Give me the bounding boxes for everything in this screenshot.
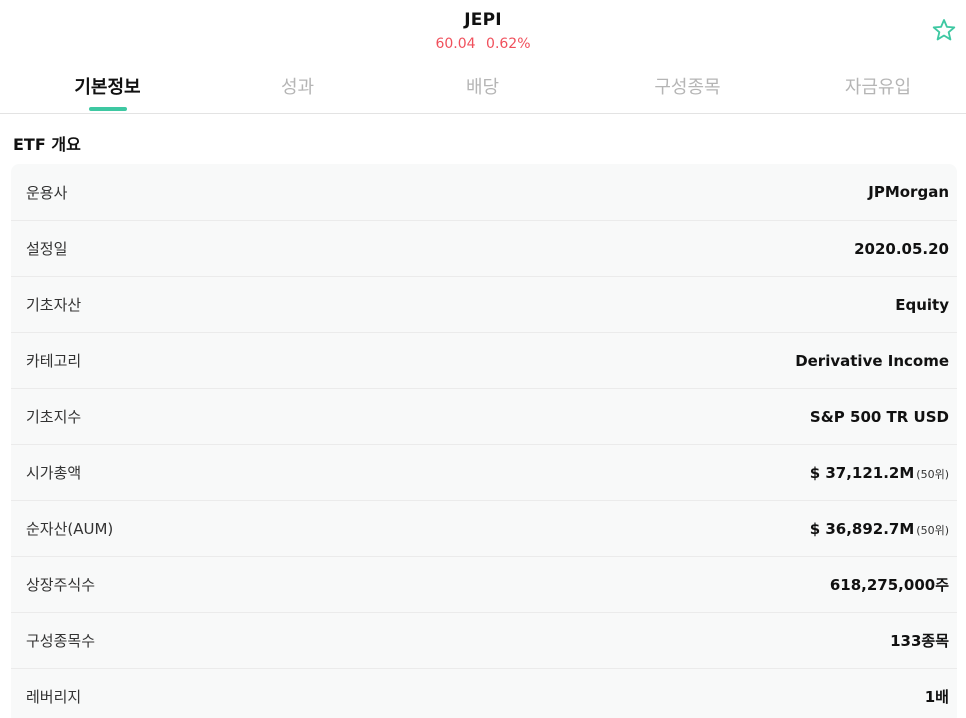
row-label: 구성종목수: [26, 632, 96, 650]
row-aum: 순자산(AUM) $ 36,892.7M (50위): [11, 500, 957, 556]
tab-performance[interactable]: 성과: [215, 62, 380, 113]
row-value: S&P 500 TR USD: [809, 407, 949, 426]
row-shares-outstanding: 상장주식수 618,275,000주: [11, 556, 957, 612]
row-label: 상장주식수: [26, 576, 96, 594]
row-label: 순자산(AUM): [26, 520, 114, 538]
star-outline-icon[interactable]: [931, 17, 957, 43]
row-label: 레버리지: [26, 688, 82, 706]
row-label: 운용사: [26, 183, 68, 202]
row-underlying-asset: 기초자산 Equity: [11, 276, 957, 332]
row-inception-date: 설정일 2020.05.20: [11, 220, 957, 276]
row-value: Derivative Income: [795, 351, 949, 370]
row-leverage: 레버리지 1배: [11, 668, 957, 718]
row-benchmark-index: 기초지수 S&P 500 TR USD: [11, 388, 957, 444]
row-value: $ 37,121.2M (50위): [809, 463, 949, 482]
row-market-cap: 시가총액 $ 37,121.2M (50위): [11, 444, 957, 500]
row-label: 기초자산: [26, 296, 82, 314]
section-title: ETF 개요: [13, 135, 81, 154]
rank-badge: (50위): [916, 523, 949, 537]
page-header: JEPI 60.04 0.62%: [0, 0, 966, 62]
ticker-symbol: JEPI: [464, 10, 502, 30]
etf-overview-table: 운용사 JPMorgan 설정일 2020.05.20 기초자산 Equity …: [11, 164, 957, 718]
row-category: 카테고리 Derivative Income: [11, 332, 957, 388]
row-value: 1배: [924, 688, 949, 706]
row-manager: 운용사 JPMorgan: [11, 164, 957, 220]
row-label: 기초지수: [26, 408, 82, 426]
tab-fund-flows[interactable]: 자금유입: [790, 62, 966, 113]
row-value: JPMorgan: [868, 183, 949, 201]
row-value: $ 36,892.7M (50위): [809, 519, 949, 538]
row-label: 설정일: [26, 240, 68, 258]
tab-basic-info[interactable]: 기본정보: [0, 62, 215, 113]
row-holdings-count: 구성종목수 133종목: [11, 612, 957, 668]
tab-bar: 기본정보 성과 배당 구성종목 자금유입: [0, 62, 966, 114]
rank-badge: (50위): [916, 467, 949, 481]
current-price: 60.04: [435, 36, 476, 52]
row-value: 618,275,000주: [829, 576, 949, 594]
tab-holdings[interactable]: 구성종목: [585, 62, 790, 113]
row-value: 2020.05.20: [854, 239, 949, 258]
row-value: 133종목: [890, 632, 949, 650]
row-label: 시가총액: [26, 464, 82, 482]
tab-dividend[interactable]: 배당: [380, 62, 585, 113]
row-value: Equity: [895, 295, 949, 314]
price-change: 0.62%: [486, 36, 531, 52]
price-quote: 60.04 0.62%: [0, 36, 966, 52]
row-label: 카테고리: [26, 352, 82, 370]
